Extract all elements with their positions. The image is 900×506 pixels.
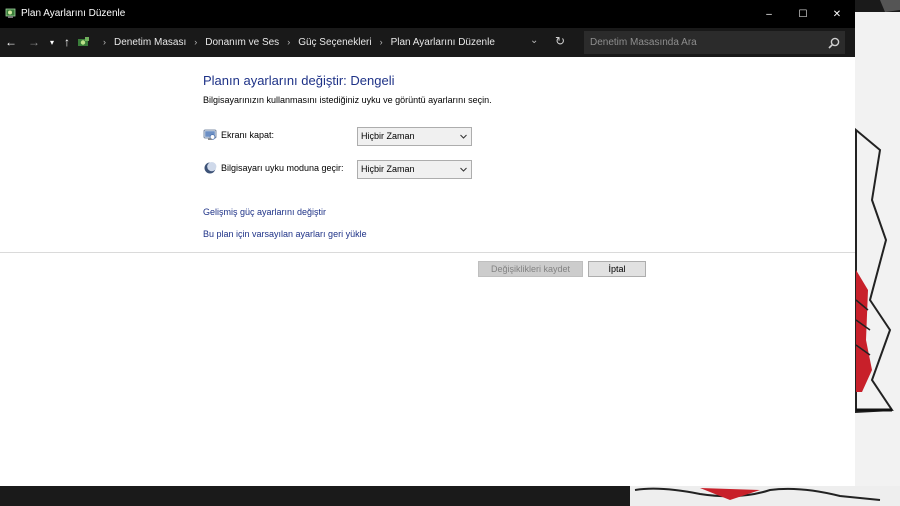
forward-arrow-icon[interactable]: → bbox=[25, 33, 43, 51]
address-bar: ← → ▾ ↑ › Denetim Masası › Donanım ve Se… bbox=[0, 28, 855, 57]
refresh-icon[interactable]: ↻ bbox=[555, 34, 565, 48]
search-input[interactable] bbox=[590, 35, 820, 50]
breadcrumb-separator-icon: › bbox=[379, 37, 383, 47]
back-arrow-icon[interactable]: ← bbox=[2, 33, 20, 51]
address-dropdown-chevron-icon[interactable]: ⌄ bbox=[530, 35, 538, 46]
moon-icon bbox=[204, 162, 217, 174]
close-button[interactable]: ✕ bbox=[820, 0, 854, 28]
breadcrumb-separator-icon: › bbox=[103, 37, 106, 47]
up-arrow-icon[interactable]: ↑ bbox=[58, 33, 76, 51]
save-changes-button[interactable]: Değişiklikleri kaydet bbox=[478, 261, 583, 277]
display-off-select[interactable]: Hiçbir Zaman bbox=[357, 127, 472, 146]
breadcrumb-item-control-panel[interactable]: Denetim Masası bbox=[114, 37, 186, 48]
page-description: Bilgisayarınızın kullanmasını istediğini… bbox=[203, 95, 492, 105]
restore-defaults-link[interactable]: Bu plan için varsayılan ayarları geri yü… bbox=[203, 229, 367, 239]
page-title: Planın ayarlarını değiştir: Dengeli bbox=[203, 73, 395, 88]
maximize-button[interactable]: ☐ bbox=[786, 0, 820, 28]
breadcrumb-item-power-options[interactable]: Güç Seçenekleri bbox=[298, 37, 371, 48]
sleep-label: Bilgisayarı uyku moduna geçir: bbox=[221, 163, 344, 173]
sleep-select[interactable]: Hiçbir Zaman bbox=[357, 160, 472, 179]
breadcrumb-item-edit-plan[interactable]: Plan Ayarlarını Düzenle bbox=[391, 37, 495, 48]
breadcrumb-item-hardware-sound[interactable]: Donanım ve Ses bbox=[205, 37, 279, 48]
advanced-power-settings-link[interactable]: Gelişmiş güç ayarlarını değiştir bbox=[203, 207, 326, 217]
control-panel-icon bbox=[78, 37, 89, 46]
main-content: Planın ayarlarını değiştir: Dengeli Bilg… bbox=[0, 57, 855, 486]
divider bbox=[0, 252, 855, 253]
search-box[interactable] bbox=[584, 31, 845, 54]
title-bar[interactable]: Plan Ayarlarını Düzenle – ☐ ✕ bbox=[0, 0, 855, 28]
display-off-value: Hiçbir Zaman bbox=[361, 131, 415, 141]
minimize-button[interactable]: – bbox=[752, 0, 786, 28]
plan-settings-window: Plan Ayarlarını Düzenle – ☐ ✕ ← → ▾ ↑ › … bbox=[0, 0, 855, 486]
breadcrumb-separator-icon: › bbox=[287, 37, 291, 47]
sleep-value: Hiçbir Zaman bbox=[361, 164, 415, 174]
search-icon[interactable] bbox=[827, 36, 841, 50]
display-off-label: Ekranı kapat: bbox=[221, 130, 275, 140]
breadcrumb: › Denetim Masası › Donanım ve Ses › Güç … bbox=[77, 33, 495, 51]
monitor-icon bbox=[203, 129, 217, 140]
breadcrumb-separator-icon: › bbox=[194, 37, 198, 47]
power-options-icon bbox=[5, 8, 16, 18]
cancel-button[interactable]: İptal bbox=[588, 261, 646, 277]
chevron-down-icon bbox=[460, 134, 467, 139]
window-title: Plan Ayarlarını Düzenle bbox=[21, 8, 126, 19]
display-off-setting: Ekranı kapat: Hiçbir Zaman bbox=[203, 126, 503, 146]
sleep-setting: Bilgisayarı uyku moduna geçir: Hiçbir Za… bbox=[203, 159, 503, 179]
chevron-down-icon bbox=[460, 167, 467, 172]
